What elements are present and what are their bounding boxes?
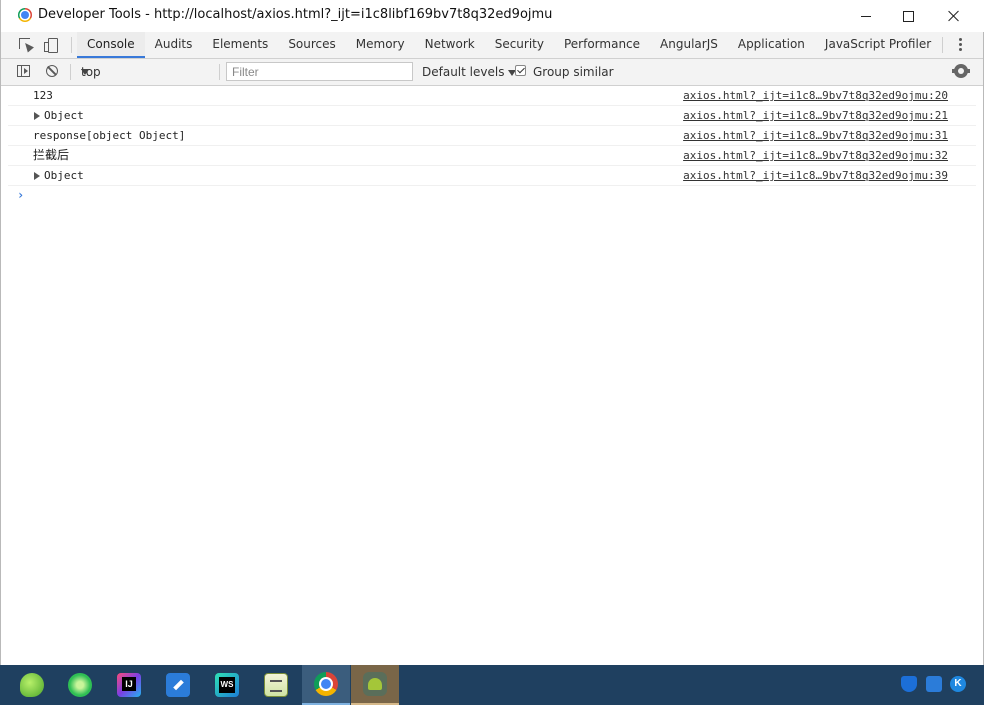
chrome-icon — [314, 672, 338, 696]
tab-performance[interactable]: Performance — [554, 32, 650, 58]
intellij-idea-icon — [117, 673, 141, 697]
message-text: response[object Object] — [33, 129, 186, 142]
divider — [70, 64, 71, 80]
console-prompt[interactable]: › — [8, 186, 976, 206]
source-link[interactable]: axios.html?_ijt=i1c8…9bv7t8q32ed9ojmu:32 — [683, 146, 948, 165]
console-message: response[object Object] axios.html?_ijt=… — [8, 126, 976, 146]
message-text: 123 — [33, 89, 53, 102]
maximize-button[interactable] — [885, 0, 931, 32]
source-link[interactable]: axios.html?_ijt=i1c8…9bv7t8q32ed9ojmu:39 — [683, 166, 948, 185]
tab-security[interactable]: Security — [485, 32, 554, 58]
console-toolbar: top Default levels — [1, 59, 983, 86]
title-bar: Developer Tools - http://localhost/axios… — [1, 0, 984, 32]
chrome-logo-icon — [18, 8, 32, 22]
source-link[interactable]: axios.html?_ijt=i1c8…9bv7t8q32ed9ojmu:21 — [683, 106, 948, 125]
context-selector[interactable]: top — [77, 62, 213, 82]
webstorm-icon — [215, 673, 239, 697]
tab-javascript-profiler[interactable]: JavaScript Profiler — [815, 32, 941, 58]
prompt-chevron-icon: › — [17, 188, 25, 202]
show-sidebar-icon[interactable] — [17, 65, 30, 77]
console-message: 拦截后 axios.html?_ijt=i1c8…9bv7t8q32ed9ojm… — [8, 146, 976, 166]
group-similar-checkbox[interactable] — [515, 65, 526, 76]
divider — [942, 37, 943, 53]
tab-console[interactable]: Console — [77, 32, 145, 58]
tab-sources[interactable]: Sources — [278, 32, 345, 58]
taskbar-app-leaf[interactable] — [8, 665, 56, 705]
devtools-tab-bar: Console Audits Elements Sources Memory N… — [1, 32, 983, 59]
taskbar-app-pen[interactable] — [154, 665, 202, 705]
clear-console-icon[interactable] — [46, 65, 58, 77]
maximize-icon — [902, 10, 914, 22]
tab-application[interactable]: Application — [728, 32, 815, 58]
pen-app-icon — [166, 673, 190, 697]
console-message: 123 axios.html?_ijt=i1c8…9bv7t8q32ed9ojm… — [8, 86, 976, 106]
divider — [71, 37, 72, 53]
console-output: 123 axios.html?_ijt=i1c8…9bv7t8q32ed9ojm… — [8, 86, 976, 664]
minimize-icon — [861, 15, 871, 17]
expand-triangle-icon[interactable] — [34, 112, 40, 120]
taskbar-app-ie[interactable] — [56, 665, 104, 705]
message-text: 拦截后 — [33, 148, 70, 162]
devtools-window: Developer Tools - http://localhost/axios… — [0, 0, 984, 665]
pen-tray-icon[interactable] — [926, 676, 942, 692]
gear-icon[interactable] — [952, 64, 970, 78]
shield-icon[interactable] — [901, 676, 917, 692]
minimize-button[interactable] — [843, 0, 889, 32]
taskbar-app-notepad[interactable] — [252, 665, 300, 705]
taskbar-app-webstorm[interactable] — [203, 665, 251, 705]
k-tray-icon[interactable]: K — [950, 676, 966, 692]
console-message: Object axios.html?_ijt=i1c8…9bv7t8q32ed9… — [8, 166, 976, 186]
expand-triangle-icon[interactable] — [34, 172, 40, 180]
more-options-icon[interactable] — [957, 38, 963, 52]
device-toolbar-icon[interactable] — [43, 37, 59, 53]
close-icon — [948, 10, 960, 22]
source-link[interactable]: axios.html?_ijt=i1c8…9bv7t8q32ed9ojmu:31 — [683, 126, 948, 145]
tab-audits[interactable]: Audits — [145, 32, 203, 58]
ie-browser-icon — [68, 673, 92, 697]
leaf-app-icon — [20, 673, 44, 697]
source-link[interactable]: axios.html?_ijt=i1c8…9bv7t8q32ed9ojmu:20 — [683, 86, 948, 105]
notepad-icon — [264, 673, 288, 697]
log-levels-label: Default levels — [422, 65, 505, 79]
tab-memory[interactable]: Memory — [346, 32, 415, 58]
taskbar-app-android[interactable] — [351, 665, 399, 705]
window-title: Developer Tools - http://localhost/axios… — [38, 7, 553, 22]
taskbar: K — [0, 665, 984, 705]
tab-angularjs[interactable]: AngularJS — [650, 32, 728, 58]
taskbar-app-intellij[interactable] — [105, 665, 153, 705]
filter-input[interactable] — [226, 62, 413, 81]
chevron-down-icon — [81, 69, 89, 75]
log-levels-dropdown[interactable]: Default levels — [422, 62, 517, 82]
tab-list: Console Audits Elements Sources Memory N… — [77, 32, 941, 58]
taskbar-app-chrome[interactable] — [302, 665, 350, 705]
divider — [219, 64, 220, 80]
android-studio-icon — [363, 672, 387, 696]
message-object[interactable]: Object — [44, 166, 84, 185]
tab-network[interactable]: Network — [415, 32, 485, 58]
inspect-element-icon[interactable] — [18, 37, 34, 53]
tab-elements[interactable]: Elements — [202, 32, 278, 58]
close-button[interactable] — [931, 0, 977, 32]
group-similar-label: Group similar — [533, 65, 614, 79]
message-object[interactable]: Object — [44, 106, 84, 125]
console-message: Object axios.html?_ijt=i1c8…9bv7t8q32ed9… — [8, 106, 976, 126]
